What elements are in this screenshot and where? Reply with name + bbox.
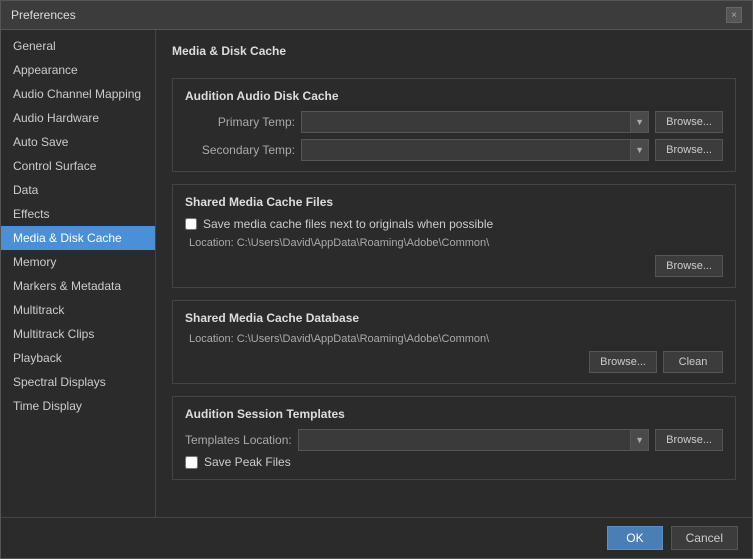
- shared-media-cache-db-title: Shared Media Cache Database: [185, 311, 723, 325]
- shared-media-cache-db-location: Location: C:\Users\David\AppData\Roaming…: [189, 333, 723, 345]
- templates-location-dropdown[interactable]: [298, 429, 631, 451]
- preferences-dialog: Preferences × GeneralAppearanceAudio Cha…: [0, 0, 753, 559]
- secondary-temp-label: Secondary Temp:: [185, 143, 295, 157]
- save-peak-row: Save Peak Files: [185, 455, 723, 469]
- shared-media-cache-browse-row: Browse...: [185, 255, 723, 277]
- shared-media-cache-db-section: Shared Media Cache Database Location: C:…: [172, 300, 736, 384]
- primary-temp-label: Primary Temp:: [185, 115, 295, 129]
- secondary-temp-arrow[interactable]: ▼: [631, 139, 649, 161]
- sidebar-item-multitrack-clips[interactable]: Multitrack Clips: [1, 322, 155, 346]
- save-peak-files-checkbox[interactable]: [185, 456, 198, 469]
- browse-clean-row: Browse... Clean: [185, 351, 723, 373]
- templates-location-arrow[interactable]: ▼: [631, 429, 649, 451]
- dialog-footer: OK Cancel: [1, 517, 752, 558]
- shared-media-cache-db-browse-button[interactable]: Browse...: [589, 351, 657, 373]
- templates-location-label: Templates Location:: [185, 433, 292, 447]
- dialog-content: GeneralAppearanceAudio Channel MappingAu…: [1, 30, 752, 517]
- shared-media-cache-browse-button[interactable]: Browse...: [655, 255, 723, 277]
- close-button[interactable]: ×: [726, 7, 742, 23]
- sidebar-item-memory[interactable]: Memory: [1, 250, 155, 274]
- audition-disk-cache-section: Audition Audio Disk Cache Primary Temp: …: [172, 78, 736, 172]
- shared-media-cache-files-title: Shared Media Cache Files: [185, 195, 723, 209]
- sidebar-item-data[interactable]: Data: [1, 178, 155, 202]
- templates-location-browse-button[interactable]: Browse...: [655, 429, 723, 451]
- sidebar-item-multitrack[interactable]: Multitrack: [1, 298, 155, 322]
- secondary-temp-row: Secondary Temp: ▼ Browse...: [185, 139, 723, 161]
- sidebar-item-media-&-disk-cache[interactable]: Media & Disk Cache: [1, 226, 155, 250]
- sidebar-item-spectral-displays[interactable]: Spectral Displays: [1, 370, 155, 394]
- save-media-cache-label: Save media cache files next to originals…: [203, 217, 493, 231]
- title-bar: Preferences ×: [1, 1, 752, 30]
- primary-temp-row: Primary Temp: ▼ Browse...: [185, 111, 723, 133]
- dialog-title: Preferences: [11, 8, 76, 22]
- sidebar-item-markers-&-metadata[interactable]: Markers & Metadata: [1, 274, 155, 298]
- audition-disk-cache-title: Audition Audio Disk Cache: [185, 89, 723, 103]
- secondary-temp-dropdown-group: ▼: [301, 139, 649, 161]
- sidebar-item-auto-save[interactable]: Auto Save: [1, 130, 155, 154]
- ok-button[interactable]: OK: [607, 526, 662, 550]
- clean-button[interactable]: Clean: [663, 351, 723, 373]
- session-templates-title: Audition Session Templates: [185, 407, 723, 421]
- sidebar-item-audio-channel-mapping[interactable]: Audio Channel Mapping: [1, 82, 155, 106]
- sidebar: GeneralAppearanceAudio Channel MappingAu…: [1, 30, 156, 517]
- shared-media-cache-location: Location: C:\Users\David\AppData\Roaming…: [189, 237, 723, 249]
- save-peak-files-label: Save Peak Files: [204, 455, 291, 469]
- session-templates-section: Audition Session Templates Templates Loc…: [172, 396, 736, 480]
- sidebar-item-audio-hardware[interactable]: Audio Hardware: [1, 106, 155, 130]
- primary-temp-browse-button[interactable]: Browse...: [655, 111, 723, 133]
- save-media-cache-row: Save media cache files next to originals…: [185, 217, 723, 231]
- templates-location-row: Templates Location: ▼ Browse...: [185, 429, 723, 451]
- sidebar-item-playback[interactable]: Playback: [1, 346, 155, 370]
- cancel-button[interactable]: Cancel: [671, 526, 738, 550]
- shared-media-cache-files-section: Shared Media Cache Files Save media cach…: [172, 184, 736, 288]
- sidebar-item-general[interactable]: General: [1, 34, 155, 58]
- secondary-temp-browse-button[interactable]: Browse...: [655, 139, 723, 161]
- sidebar-item-control-surface[interactable]: Control Surface: [1, 154, 155, 178]
- templates-location-dropdown-group: ▼: [298, 429, 649, 451]
- save-media-cache-checkbox[interactable]: [185, 218, 197, 230]
- sidebar-item-time-display[interactable]: Time Display: [1, 394, 155, 418]
- primary-temp-arrow[interactable]: ▼: [631, 111, 649, 133]
- sidebar-item-appearance[interactable]: Appearance: [1, 58, 155, 82]
- primary-temp-dropdown[interactable]: [301, 111, 631, 133]
- main-content: Media & Disk Cache Audition Audio Disk C…: [156, 30, 752, 517]
- primary-temp-dropdown-group: ▼: [301, 111, 649, 133]
- page-title: Media & Disk Cache: [172, 44, 736, 58]
- sidebar-item-effects[interactable]: Effects: [1, 202, 155, 226]
- secondary-temp-dropdown[interactable]: [301, 139, 631, 161]
